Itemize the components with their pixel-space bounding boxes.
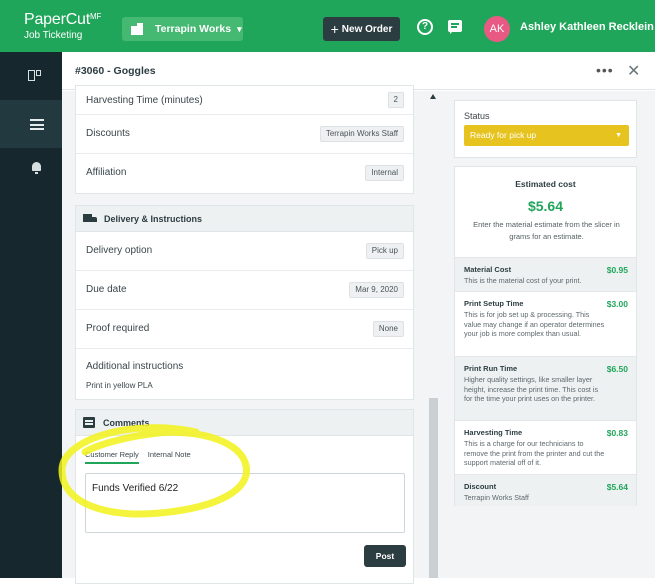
- list-icon: [30, 119, 44, 130]
- nav-boards[interactable]: [0, 52, 62, 100]
- cost-item-name: Print Run Time: [464, 364, 518, 373]
- cost-title: Estimated cost: [515, 179, 576, 189]
- detail-label: Delivery option: [86, 245, 153, 256]
- detail-label: Discounts: [86, 128, 130, 139]
- organization-selector[interactable]: Terrapin Works ▾: [122, 17, 243, 41]
- close-icon[interactable]: ✕: [627, 61, 640, 81]
- cost-total: $5.64: [527, 198, 564, 214]
- cost-help-text: Enter the material estimate from the sli…: [473, 220, 620, 241]
- detail-label: Proof required: [86, 323, 150, 334]
- top-bar: PaperCutMF Job Ticketing Terrapin Works …: [0, 0, 655, 52]
- brand-suffix: MF: [90, 12, 102, 21]
- detail-label: Due date: [86, 284, 127, 295]
- detail-row-affiliation: Affiliation Internal: [76, 154, 413, 193]
- detail-row-harvesting: Harvesting Time (minutes) 2: [76, 86, 413, 115]
- scrollbar[interactable]: [428, 91, 439, 578]
- chevron-down-icon: ▾: [237, 23, 242, 34]
- cost-item-name: Material Cost: [464, 265, 512, 274]
- cost-item-discount: Discount $5.64 Terrapin Works Staff: [455, 474, 636, 506]
- new-order-label: New Order: [341, 23, 393, 35]
- comment-input[interactable]: Funds Verified 6/22: [85, 473, 405, 533]
- cost-item-price: $5.64: [606, 482, 628, 492]
- organization-name: Terrapin Works: [155, 23, 232, 35]
- more-options-icon[interactable]: •••: [596, 62, 614, 78]
- delivery-heading-label: Delivery & Instructions: [104, 213, 203, 224]
- post-button[interactable]: Post: [364, 545, 406, 567]
- cost-item-price: $0.83: [606, 428, 628, 438]
- detail-value: Internal: [365, 165, 404, 181]
- order-detail-panel: Harvesting Time (minutes) 2 Discounts Te…: [62, 85, 655, 584]
- order-details-card: Harvesting Time (minutes) 2 Discounts Te…: [75, 85, 414, 194]
- detail-value: 2: [387, 92, 404, 108]
- delivery-row-proof: Proof required None: [76, 310, 413, 349]
- status-select[interactable]: Ready for pick up ▼: [464, 125, 629, 146]
- cost-item-price: $0.95: [606, 265, 628, 275]
- detail-value: None: [372, 321, 404, 337]
- comment-tabs: Customer Reply Internal Note: [85, 450, 191, 464]
- estimated-cost-card: Estimated cost $5.64 Enter the material …: [454, 166, 637, 506]
- plus-icon: +: [330, 21, 339, 37]
- cost-item-harvesting: Harvesting Time $0.83 This is a charge f…: [455, 420, 636, 474]
- status-card: Status Ready for pick up ▼: [454, 100, 637, 158]
- user-name: Ashley Kathleen Recklein: [520, 21, 654, 33]
- delivery-card: Delivery & Instructions Delivery option …: [75, 205, 414, 400]
- help-icon[interactable]: ?: [417, 19, 433, 35]
- cost-item-desc: Terrapin Works Staff: [464, 493, 529, 502]
- building-icon: [131, 23, 143, 35]
- delivery-row-instructions: Additional instructions Print in yellow …: [76, 349, 413, 399]
- truck-icon: [83, 213, 98, 224]
- tab-internal-note[interactable]: Internal Note: [148, 450, 191, 464]
- instructions-value: Print in yellow PLA: [86, 381, 153, 390]
- scroll-up-arrow-icon[interactable]: [430, 94, 436, 99]
- papercut-logo[interactable]: PaperCutMF Job Ticketing: [24, 8, 101, 42]
- new-order-button[interactable]: + New Order: [323, 17, 400, 41]
- instructions-label: Additional instructions: [86, 361, 184, 372]
- chat-icon[interactable]: [448, 20, 462, 34]
- cost-item-name: Print Setup Time: [464, 299, 524, 308]
- detail-row-discounts: Discounts Terrapin Works Staff: [76, 115, 413, 154]
- boards-icon: [28, 70, 41, 81]
- cost-item-run-time: Print Run Time $6.50 Higher quality sett…: [455, 356, 636, 420]
- cost-item-price: $6.50: [606, 364, 628, 374]
- comment-icon: [83, 417, 95, 428]
- cost-item-name: Discount: [464, 482, 497, 491]
- cost-item-desc: This is the material cost of your print.: [464, 276, 582, 285]
- status-label: Status: [464, 111, 490, 121]
- product-name: Job Ticketing: [24, 30, 83, 41]
- page-title: #3060 - Goggles: [75, 65, 156, 77]
- delivery-heading: Delivery & Instructions: [76, 206, 413, 232]
- delivery-row-due-date: Due date Mar 9, 2020: [76, 271, 413, 310]
- detail-value: Mar 9, 2020: [349, 282, 404, 298]
- comments-heading: Comments: [76, 410, 413, 436]
- scrollbar-thumb[interactable]: [429, 398, 438, 578]
- bell-icon: [31, 162, 42, 174]
- tab-customer-reply[interactable]: Customer Reply: [85, 450, 139, 464]
- comments-heading-label: Comments: [103, 417, 150, 428]
- user-menu[interactable]: Ashley Kathleen Recklein ▾: [520, 21, 655, 33]
- cost-item-desc: This is a charge for our technicians to …: [464, 439, 605, 467]
- cost-item-material: Material Cost $0.95 This is the material…: [455, 257, 636, 291]
- detail-label: Harvesting Time (minutes): [86, 95, 203, 106]
- detail-label: Affiliation: [86, 167, 127, 178]
- cost-item-price: $3.00: [606, 299, 628, 309]
- delivery-row-option: Delivery option Pick up: [76, 232, 413, 271]
- status-value: Ready for pick up: [470, 130, 537, 140]
- detail-value: Pick up: [365, 243, 404, 259]
- brand-name: PaperCut: [24, 11, 90, 28]
- avatar[interactable]: AK: [484, 16, 510, 42]
- chevron-down-icon: ▼: [615, 132, 622, 139]
- cost-item-desc: Higher quality settings, like smaller la…: [464, 375, 599, 403]
- comments-card: Comments Customer Reply Internal Note Fu…: [75, 409, 414, 584]
- cost-item-setup: Print Setup Time $3.00 This is for job s…: [455, 291, 636, 356]
- cost-item-name: Harvesting Time: [464, 428, 523, 437]
- side-nav: [0, 52, 62, 578]
- cost-item-desc: This is for job set up & processing. Thi…: [464, 310, 605, 338]
- detail-value: Terrapin Works Staff: [319, 126, 404, 142]
